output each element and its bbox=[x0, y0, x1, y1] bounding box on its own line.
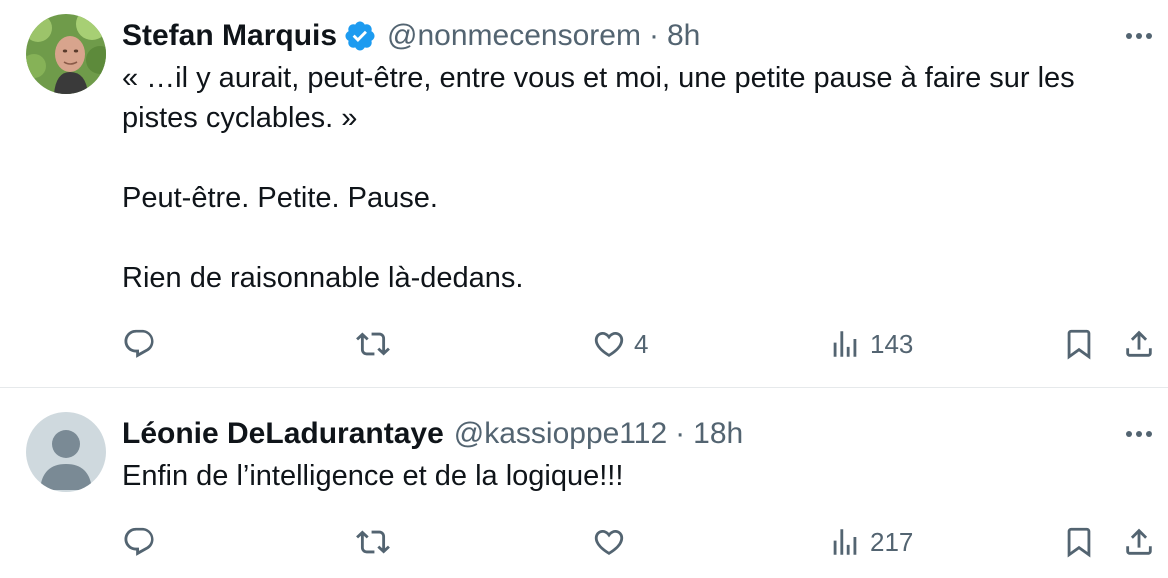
bookmark-icon bbox=[1067, 527, 1091, 558]
default-avatar-icon bbox=[26, 412, 106, 492]
views-button[interactable]: 217 bbox=[828, 522, 913, 562]
heart-icon bbox=[594, 331, 624, 357]
tweet-paragraph: « …il y aurait, peut-être, entre vous et… bbox=[122, 62, 1075, 134]
tweet-text: Enfin de l’intelligence et de la logique… bbox=[122, 456, 1142, 496]
tweet-text: « …il y aurait, peut-être, entre vous et… bbox=[122, 58, 1142, 298]
avatar-photo bbox=[26, 14, 106, 94]
views-icon bbox=[833, 331, 857, 357]
like-button[interactable] bbox=[592, 522, 634, 562]
tweet[interactable]: Léonie DeLadurantaye @kassioppe112 · 18h… bbox=[0, 388, 1168, 578]
reply-icon bbox=[124, 329, 154, 358]
share-button[interactable] bbox=[1122, 522, 1156, 562]
tweet-header: Léonie DeLadurantaye @kassioppe112 · 18h bbox=[122, 412, 743, 456]
bookmark-button[interactable] bbox=[1062, 324, 1096, 364]
view-count: 143 bbox=[870, 328, 914, 359]
separator-dot: · bbox=[648, 19, 659, 52]
bookmark-button[interactable] bbox=[1062, 522, 1096, 562]
like-count: 4 bbox=[634, 328, 649, 359]
tweet-header: Stefan Marquis @nonmecensorem · 8h bbox=[122, 14, 700, 58]
more-icon[interactable] bbox=[1124, 31, 1154, 41]
verified-icon[interactable] bbox=[343, 19, 377, 53]
reply-button[interactable] bbox=[122, 522, 156, 562]
user-handle[interactable]: @nonmecensorem bbox=[387, 19, 641, 53]
share-icon bbox=[1126, 528, 1152, 555]
retweet-button[interactable] bbox=[356, 522, 390, 562]
share-button[interactable] bbox=[1122, 324, 1156, 364]
display-name[interactable]: Stefan Marquis bbox=[122, 19, 337, 53]
avatar[interactable] bbox=[26, 14, 106, 94]
like-button[interactable]: 4 bbox=[592, 324, 648, 364]
tweet-paragraph: Enfin de l’intelligence et de la logique… bbox=[122, 460, 624, 492]
bookmark-icon bbox=[1067, 329, 1091, 360]
retweet-icon bbox=[356, 530, 390, 554]
tweet[interactable]: Stefan Marquis @nonmecensorem · 8h « …il… bbox=[0, 0, 1168, 388]
avatar[interactable] bbox=[26, 412, 106, 492]
tweet-paragraph: Peut-être. Petite. Pause. bbox=[122, 182, 438, 214]
reply-icon bbox=[124, 527, 154, 556]
more-icon[interactable] bbox=[1124, 429, 1154, 439]
user-handle[interactable]: @kassioppe112 bbox=[454, 417, 667, 451]
views-button[interactable]: 143 bbox=[828, 324, 913, 364]
tweet-paragraph: Rien de raisonnable là-dedans. bbox=[122, 262, 524, 294]
display-name[interactable]: Léonie DeLadurantaye bbox=[122, 417, 444, 451]
timestamp[interactable]: 18h bbox=[693, 417, 743, 451]
tweet-actions: 4 143 bbox=[122, 324, 1158, 364]
reply-button[interactable] bbox=[122, 324, 156, 364]
timestamp[interactable]: 8h bbox=[667, 19, 700, 53]
heart-icon bbox=[594, 529, 624, 555]
retweet-button[interactable] bbox=[356, 324, 390, 364]
separator-dot: · bbox=[675, 417, 686, 450]
retweet-icon bbox=[356, 332, 390, 356]
views-icon bbox=[833, 529, 857, 555]
view-count: 217 bbox=[870, 526, 914, 557]
share-icon bbox=[1126, 330, 1152, 357]
tweet-actions: 217 bbox=[122, 522, 1158, 562]
